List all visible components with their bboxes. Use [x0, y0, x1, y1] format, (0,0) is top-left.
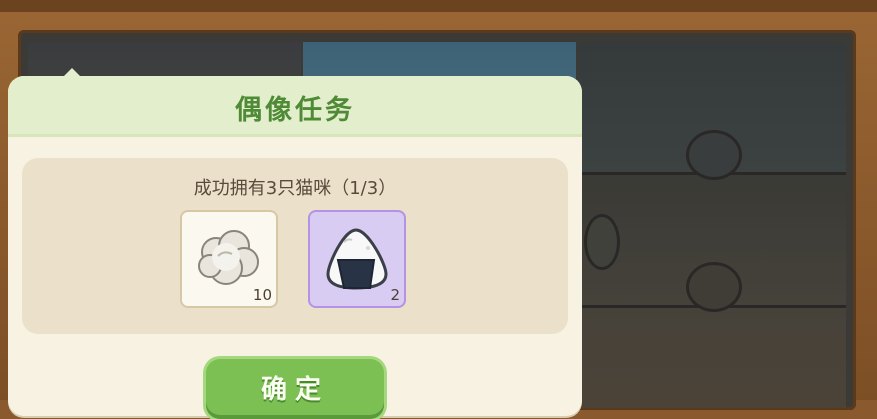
idol-task-dialog: 偶像任务 成功拥有3只猫咪（1/3） 10 2 确定 — [8, 76, 582, 419]
confirm-button[interactable]: 确定 — [206, 359, 384, 419]
puzzle-knob — [686, 130, 742, 180]
reward-item-cotton[interactable]: 10 — [180, 210, 278, 308]
dialog-tail — [62, 68, 82, 78]
item-count: 2 — [390, 286, 400, 304]
confirm-label: 确定 — [260, 375, 329, 405]
dialog-header: 偶像任务 — [8, 76, 582, 137]
frame-top-edge — [0, 0, 877, 12]
task-panel: 成功拥有3只猫咪（1/3） 10 2 — [22, 158, 568, 334]
task-description: 成功拥有3只猫咪（1/3） — [193, 178, 397, 199]
puzzle-tile[interactable] — [578, 308, 846, 408]
item-count: 10 — [252, 286, 272, 304]
puzzle-knob — [584, 214, 620, 270]
dialog-title: 偶像任务 — [235, 95, 355, 126]
puzzle-knob — [686, 262, 742, 312]
reward-item-rice-ball[interactable]: 2 — [308, 210, 406, 308]
